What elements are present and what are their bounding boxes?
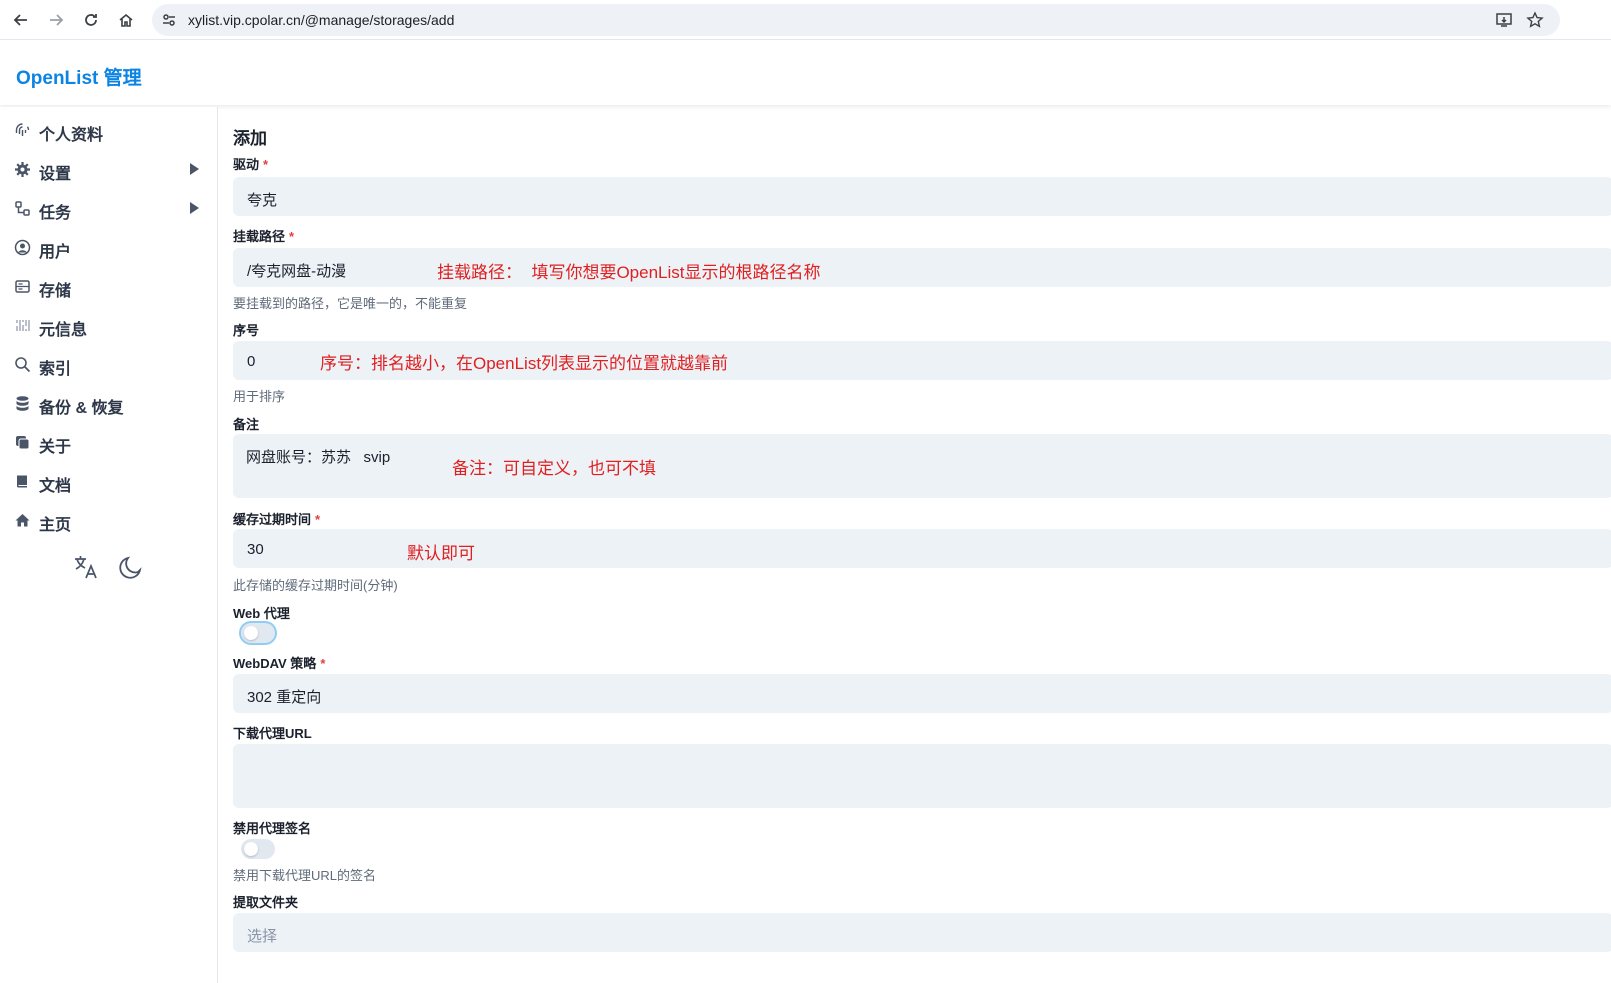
sidebar-item-label: 主页 [39, 517, 72, 534]
install-app-icon[interactable] [1495, 11, 1513, 29]
sidebar-item-label: 备份 & 恢复 [39, 400, 124, 417]
mount-path-input[interactable]: /夸克网盘-动漫 挂载路径： 填写你想要OpenList显示的根路径名称 [233, 248, 1611, 287]
sidebar-tools [72, 553, 162, 583]
cache-annotation: 默认即可 [407, 544, 475, 563]
sidebar-item-home[interactable]: 主页 [0, 502, 218, 538]
remark-textarea[interactable]: 网盘账号：苏苏 svip 备注：可自定义，也可不填 [233, 434, 1611, 498]
webdav-policy-label: WebDAV 策略 * [233, 656, 326, 671]
reload-icon [85, 14, 97, 26]
download-proxy-url-label: 下载代理URL [233, 726, 312, 741]
search-icon [15, 357, 31, 373]
driver-value: 夸克 [247, 192, 278, 209]
sidebar-item-label: 元信息 [39, 322, 88, 339]
cache-expiration-help: 此存储的缓存过期时间(分钟) [233, 578, 398, 593]
home-icon [15, 514, 30, 527]
disable-proxy-sign-toggle[interactable] [241, 839, 275, 859]
sidebar-item-label: 个人资料 [39, 127, 104, 144]
user-icon [14, 239, 31, 256]
back-button[interactable] [8, 7, 34, 33]
app-header: OpenList 管理 [0, 41, 1611, 105]
extract-folder-label: 提取文件夹 [233, 895, 299, 910]
arrow-right-icon [50, 14, 64, 26]
sidebar-item-label: 存储 [39, 283, 72, 300]
cache-expiration-input[interactable]: 30 默认即可 [233, 529, 1611, 568]
driver-label: 驱动 * [233, 157, 269, 172]
order-label: 序号 [233, 323, 260, 338]
sidebar-item-label: 用户 [39, 244, 72, 261]
page-title: 添加 [233, 129, 267, 148]
about-icon [16, 436, 30, 450]
order-help: 用于排序 [233, 389, 286, 404]
fingerprint-icon [15, 123, 30, 136]
sidebar: 个人资料 设置 任务 用户 存储 元信息 索引 备份 & 恢复 关于 文档 主页 [0, 107, 218, 983]
sidebar-item-users[interactable]: 用户 [0, 229, 218, 265]
home-icon [119, 13, 133, 27]
sidebar-item-metas[interactable]: 元信息 [0, 307, 218, 343]
web-proxy-label: Web 代理 [233, 606, 290, 621]
mount-path-help: 要挂载到的路径，它是唯一的，不能重复 [233, 296, 468, 311]
extract-folder-select[interactable]: 选择 [233, 913, 1611, 952]
sidebar-item-docs[interactable]: 文档 [0, 463, 218, 499]
order-input[interactable]: 0 序号：排名越小，在OpenList列表显示的位置就越靠前 [233, 341, 1611, 380]
main-content: 添加 驱动 * 夸克 挂载路径 * /夸克网盘-动漫 挂载路径： 填写你想要Open… [219, 107, 1611, 983]
sidebar-item-label: 关于 [39, 439, 72, 456]
sidebar-item-storages[interactable]: 存储 [0, 268, 218, 304]
address-bar[interactable]: xylist.vip.cpolar.cn/@manage/storages/ad… [152, 4, 1560, 36]
sidebar-item-profile[interactable]: 个人资料 [0, 112, 218, 148]
cache-expiration-value: 30 [247, 541, 264, 558]
webdav-policy-value: 302 重定向 [247, 689, 322, 706]
storage-icon [15, 280, 30, 293]
sidebar-item-label: 任务 [39, 205, 72, 222]
reload-button[interactable] [78, 7, 104, 33]
disable-proxy-sign-help: 禁用下载代理URL的签名 [233, 868, 377, 883]
driver-select[interactable]: 夸克 [233, 177, 1611, 216]
url-text[interactable]: xylist.vip.cpolar.cn/@manage/storages/ad… [188, 12, 454, 28]
translate-icon[interactable] [72, 553, 100, 581]
app-brand[interactable]: OpenList 管理 [16, 63, 142, 90]
sidebar-item-about[interactable]: 关于 [0, 424, 218, 460]
tasks-icon [15, 201, 30, 216]
mount-path-value: /夸克网盘-动漫 [247, 263, 347, 280]
remark-value: 网盘账号：苏苏 svip [246, 449, 391, 466]
disable-proxy-sign-label: 禁用代理签名 [233, 821, 312, 836]
meta-icon [16, 320, 30, 331]
book-icon [17, 475, 27, 488]
arrow-left-icon [13, 14, 27, 26]
sidebar-item-backup-restore[interactable]: 备份 & 恢复 [0, 385, 218, 421]
order-value: 0 [247, 353, 256, 370]
web-proxy-toggle[interactable] [241, 623, 275, 643]
extract-folder-placeholder: 选择 [247, 928, 278, 945]
webdav-policy-select[interactable]: 302 重定向 [233, 674, 1611, 713]
sidebar-item-settings[interactable]: 设置 [0, 151, 218, 187]
remark-annotation: 备注：可自定义，也可不填 [452, 459, 656, 478]
remark-label: 备注 [233, 417, 260, 432]
bookmark-star-icon[interactable] [1526, 11, 1544, 29]
forward-button[interactable] [43, 7, 69, 33]
sidebar-item-label: 设置 [39, 166, 72, 183]
mount-path-label: 挂载路径 * [233, 229, 295, 244]
sidebar-item-tasks[interactable]: 任务 [0, 190, 218, 226]
expand-arrow-icon[interactable] [190, 202, 199, 214]
sidebar-item-indexes[interactable]: 索引 [0, 346, 218, 382]
browser-toolbar: xylist.vip.cpolar.cn/@manage/storages/ad… [0, 0, 1611, 40]
home-button[interactable] [113, 7, 139, 33]
order-annotation: 序号：排名越小，在OpenList列表显示的位置就越靠前 [320, 354, 729, 373]
site-settings-icon[interactable] [160, 11, 178, 29]
moon-icon[interactable] [118, 553, 146, 581]
sidebar-item-label: 文档 [39, 478, 72, 495]
download-proxy-url-textarea[interactable] [233, 744, 1611, 808]
mount-path-annotation: 挂载路径： 填写你想要OpenList显示的根路径名称 [437, 263, 821, 282]
expand-arrow-icon[interactable] [190, 163, 199, 175]
gear-icon [15, 162, 30, 177]
cache-expiration-label: 缓存过期时间 * [233, 512, 321, 527]
database-icon [16, 396, 29, 411]
sidebar-item-label: 索引 [39, 361, 72, 378]
